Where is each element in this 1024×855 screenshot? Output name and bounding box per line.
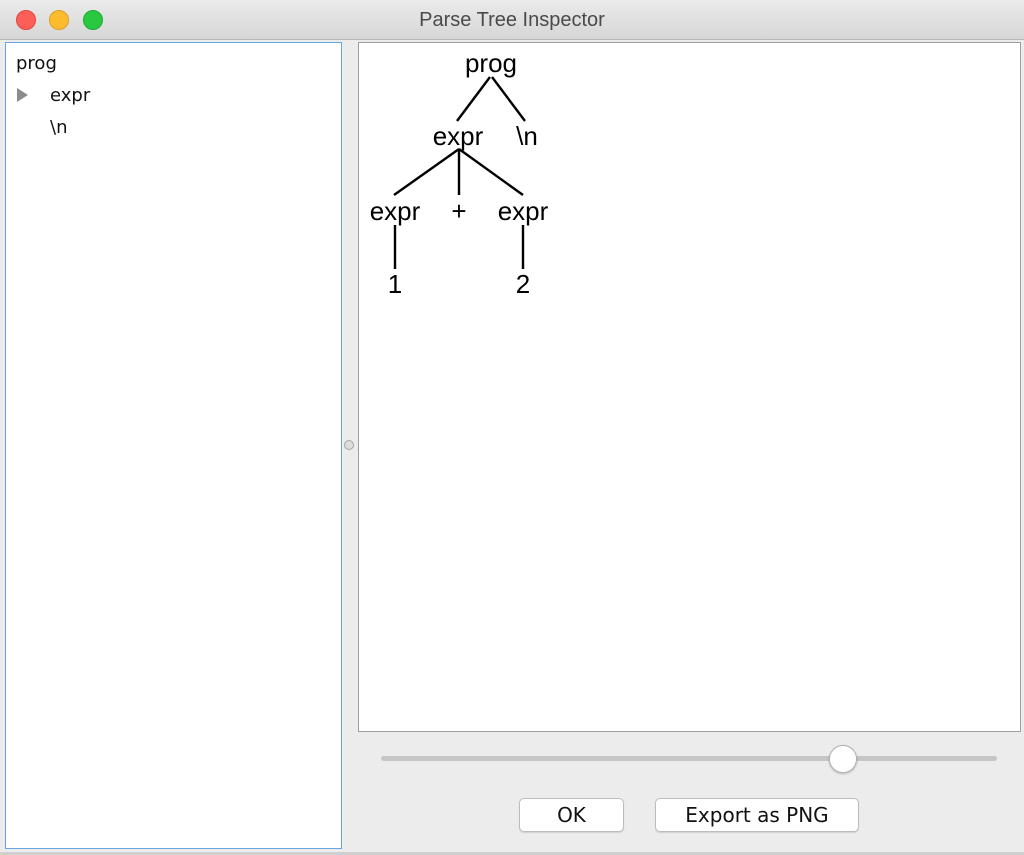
node-plus: + (451, 196, 466, 226)
edge-expr-expr-left (393, 148, 460, 196)
node-expr-left: expr (370, 196, 421, 226)
parse-tree-diagram: prog expr \n expr + expr 1 2 (370, 48, 549, 299)
zoom-slider-track[interactable] (381, 756, 997, 761)
ok-button[interactable]: OK (519, 798, 624, 832)
split-pane-divider-handle[interactable] (344, 440, 354, 450)
export-as-png-button[interactable]: Export as PNG (655, 798, 859, 832)
disclosure-triangle-icon[interactable] (17, 88, 28, 102)
edge-prog-newline (491, 76, 526, 122)
node-newline: \n (516, 121, 538, 151)
tree-node-expr[interactable]: expr (50, 85, 90, 106)
parse-tree-canvas: prog expr \n expr + expr 1 2 (358, 42, 1021, 732)
node-expr-top: expr (433, 121, 484, 151)
node-expr-right: expr (498, 196, 549, 226)
tree-view-panel[interactable]: prog expr \n (5, 42, 342, 849)
edge-expr-expr-right (458, 148, 524, 196)
edge-prog-expr (456, 76, 491, 122)
title-bar[interactable]: Parse Tree Inspector (0, 0, 1024, 40)
tree-node-prog[interactable]: prog (16, 53, 57, 74)
tree-node-newline[interactable]: \n (50, 117, 67, 138)
node-two: 2 (516, 269, 530, 299)
zoom-slider-thumb[interactable] (829, 745, 857, 773)
node-one: 1 (388, 269, 402, 299)
window-title: Parse Tree Inspector (419, 9, 605, 31)
parse-tree-inspector-window: Parse Tree Inspector prog expr \n prog e… (0, 0, 1024, 855)
node-prog: prog (465, 48, 517, 78)
